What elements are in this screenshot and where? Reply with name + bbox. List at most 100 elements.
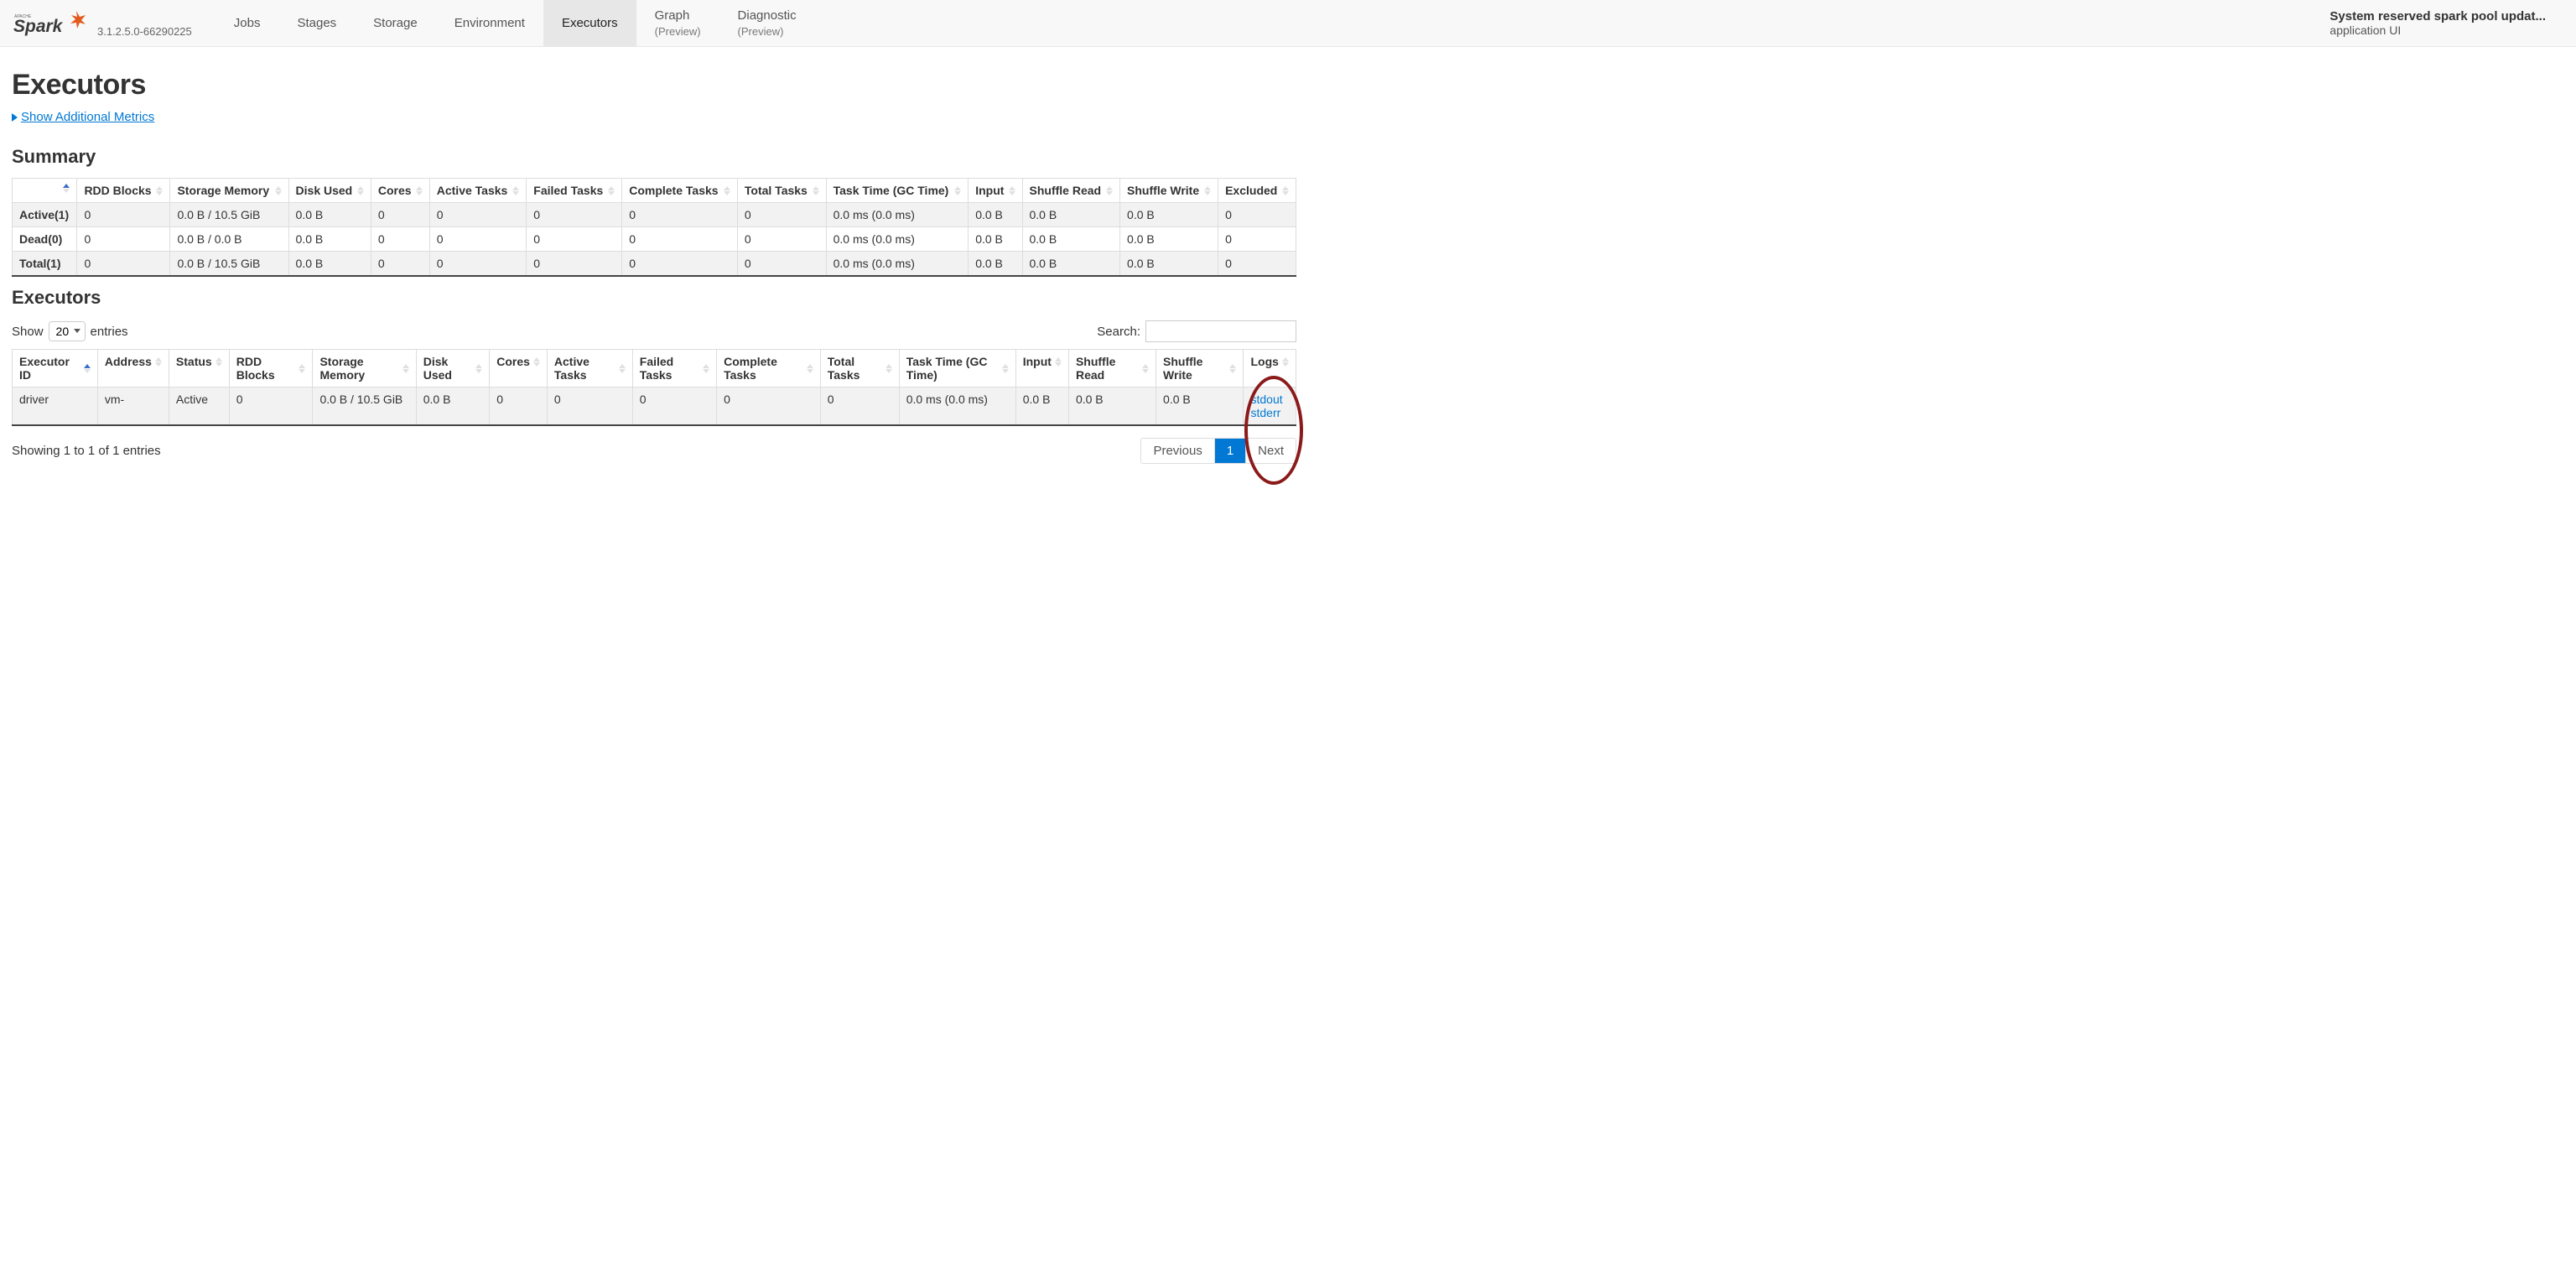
summary-col-header[interactable]: RDD Blocks: [77, 179, 170, 203]
sort-icon: [357, 186, 364, 195]
col-label: Complete Tasks: [629, 184, 718, 197]
summary-cell: 0: [429, 203, 527, 227]
exec-cell: driver: [13, 388, 98, 426]
sort-icon: [155, 357, 162, 367]
summary-cell: 0: [371, 252, 429, 277]
summary-cell: 0: [77, 227, 170, 252]
summary-cell: 0: [77, 203, 170, 227]
nav-tab-executors[interactable]: Executors: [543, 0, 636, 46]
sort-icon: [807, 364, 813, 373]
exec-col-header[interactable]: Logs: [1244, 350, 1296, 388]
prev-button[interactable]: Previous: [1141, 439, 1213, 463]
summary-cell: 0.0 B: [288, 227, 371, 252]
nav-tab-label: Storage: [373, 16, 418, 31]
summary-col-header[interactable]: Storage Memory: [170, 179, 288, 203]
col-label: Failed Tasks: [640, 355, 699, 382]
executors-table: Executor IDAddressStatusRDD BlocksStorag…: [12, 349, 1296, 426]
nav-tab-diagnostic[interactable]: Diagnostic(Preview): [719, 0, 815, 46]
sort-icon: [1282, 186, 1289, 195]
col-label: Input: [1023, 355, 1052, 368]
summary-table: RDD Blocks Storage MemoryDisk UsedCoresAc…: [12, 178, 1296, 277]
summary-cell: 0: [622, 203, 738, 227]
summary-cell: 0: [737, 203, 826, 227]
summary-cell: 0.0 B / 0.0 B: [170, 227, 288, 252]
exec-col-header[interactable]: Active Tasks: [547, 350, 632, 388]
summary-cell: 0.0 B: [288, 203, 371, 227]
col-label: Shuffle Write: [1127, 184, 1199, 197]
summary-col-header[interactable]: Shuffle Read: [1022, 179, 1120, 203]
summary-col-header[interactable]: Excluded: [1218, 179, 1296, 203]
exec-col-header[interactable]: Cores: [490, 350, 548, 388]
exec-col-header[interactable]: Complete Tasks: [717, 350, 821, 388]
exec-cell: 0: [229, 388, 313, 426]
summary-cell: 0.0 B: [1022, 203, 1120, 227]
summary-cell: 0.0 B: [1022, 227, 1120, 252]
exec-col-header[interactable]: Failed Tasks: [632, 350, 716, 388]
sort-icon: [402, 364, 409, 373]
spark-logo-icon: APACHE Spark: [13, 8, 89, 39]
exec-col-header[interactable]: Disk Used: [416, 350, 489, 388]
col-label: Total Tasks: [828, 355, 882, 382]
col-label: Shuffle Read: [1076, 355, 1139, 382]
summary-col-header[interactable]: Active Tasks: [429, 179, 527, 203]
exec-cell: 0: [717, 388, 821, 426]
exec-cell: 0.0 B: [1156, 388, 1244, 426]
nav-tab-stages[interactable]: Stages: [278, 0, 355, 46]
exec-cell: 0.0 ms (0.0 ms): [899, 388, 1015, 426]
stderr-link[interactable]: stderr: [1250, 406, 1289, 419]
exec-col-header[interactable]: Storage Memory: [313, 350, 416, 388]
col-label: Cores: [496, 355, 530, 368]
show-additional-metrics-link[interactable]: Show Additional Metrics: [12, 110, 154, 124]
exec-col-header[interactable]: RDD Blocks: [229, 350, 313, 388]
col-label: RDD Blocks: [84, 184, 151, 197]
nav-tab-label: Executors: [562, 16, 618, 31]
page-size-select[interactable]: 20: [49, 321, 86, 341]
sort-icon: [275, 186, 282, 195]
sort-icon: [416, 186, 423, 195]
summary-col-header[interactable]: Complete Tasks: [622, 179, 738, 203]
summary-row-label: Dead(0): [13, 227, 77, 252]
stdout-link[interactable]: stdout: [1250, 393, 1289, 406]
search-input[interactable]: [1145, 320, 1296, 342]
sort-icon: [475, 364, 482, 373]
exec-col-header[interactable]: Shuffle Write: [1156, 350, 1244, 388]
exec-col-header[interactable]: Input: [1015, 350, 1068, 388]
exec-col-header[interactable]: Status: [169, 350, 229, 388]
summary-col-header[interactable]: [13, 179, 77, 203]
col-label: Excluded: [1225, 184, 1277, 197]
summary-col-header[interactable]: Total Tasks: [737, 179, 826, 203]
summary-cell: 0: [371, 203, 429, 227]
nav-tab-jobs[interactable]: Jobs: [216, 0, 279, 46]
svg-text:Spark: Spark: [13, 17, 64, 36]
brand[interactable]: APACHE Spark 3.1.2.5.0-66290225: [7, 8, 199, 39]
nav-tab-storage[interactable]: Storage: [355, 0, 436, 46]
nav-tab-environment[interactable]: Environment: [436, 0, 543, 46]
summary-col-header[interactable]: Input: [969, 179, 1022, 203]
sort-icon: [1009, 186, 1015, 195]
page-1-button[interactable]: 1: [1214, 439, 1245, 463]
summary-col-header[interactable]: Shuffle Write: [1120, 179, 1218, 203]
sort-icon: [1106, 186, 1113, 195]
nav-tabs: JobsStages Storage Environment Executors Gra…: [216, 0, 815, 46]
exec-col-header[interactable]: Executor ID: [13, 350, 98, 388]
exec-col-header[interactable]: Address: [97, 350, 169, 388]
summary-cell: 0.0 B: [1120, 203, 1218, 227]
exec-col-header[interactable]: Total Tasks: [820, 350, 899, 388]
next-button[interactable]: Next: [1245, 439, 1296, 463]
sort-icon: [703, 364, 709, 373]
summary-heading: Summary: [12, 146, 1296, 168]
summary-col-header[interactable]: Disk Used: [288, 179, 371, 203]
summary-col-header[interactable]: Task Time (GC Time): [826, 179, 969, 203]
summary-cell: 0: [371, 227, 429, 252]
exec-col-header[interactable]: Task Time (GC Time): [899, 350, 1015, 388]
exec-cell: Active: [169, 388, 229, 426]
nav-tab-preview: (Preview): [738, 25, 797, 39]
summary-col-header[interactable]: Failed Tasks: [527, 179, 622, 203]
exec-col-header[interactable]: Shuffle Read: [1068, 350, 1156, 388]
sort-icon: [813, 186, 819, 195]
nav-tab-graph[interactable]: Graph(Preview): [636, 0, 719, 46]
col-label: Shuffle Write: [1163, 355, 1226, 382]
exec-cell: 0: [632, 388, 716, 426]
summary-cell: 0: [527, 252, 622, 277]
summary-col-header[interactable]: Cores: [371, 179, 429, 203]
